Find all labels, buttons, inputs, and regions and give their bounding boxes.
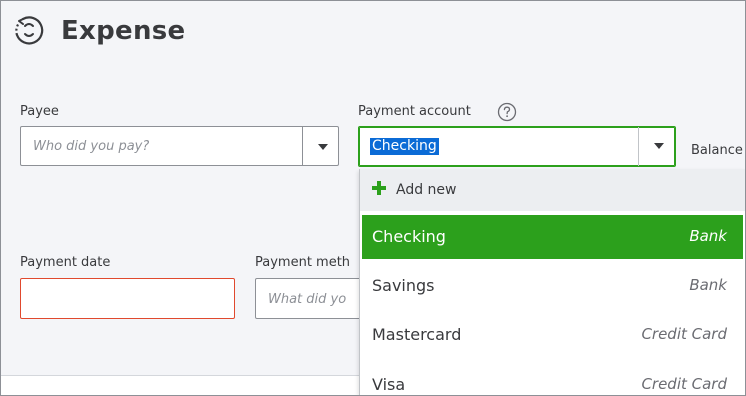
payment-date-label: Payment date <box>20 255 111 270</box>
expense-clock-icon <box>15 16 44 45</box>
add-new-option[interactable]: Add new <box>360 169 745 211</box>
dropdown-option-checking[interactable]: Checking Bank <box>362 215 743 259</box>
dropdown-option-savings[interactable]: Savings Bank <box>362 264 743 308</box>
dropdown-option-mastercard[interactable]: Mastercard Credit Card <box>362 313 743 357</box>
option-type: Credit Card <box>641 325 727 343</box>
help-circle-icon[interactable] <box>496 101 518 123</box>
payment-account-divider <box>638 127 639 166</box>
option-name: Checking <box>372 227 446 246</box>
chevron-down-icon[interactable] <box>653 142 665 150</box>
page-title: Expense <box>61 16 186 46</box>
payment-account-value[interactable]: Checking <box>370 138 439 155</box>
option-name: Mastercard <box>372 325 462 344</box>
chevron-down-icon[interactable] <box>317 143 329 151</box>
payment-account-combobox[interactable]: Checking <box>358 126 676 167</box>
payment-date-input[interactable] <box>20 278 235 319</box>
balance-label: Balance <box>691 143 743 158</box>
payment-account-label: Payment account <box>358 104 471 119</box>
payment-method-combobox[interactable]: What did yo <box>255 278 365 319</box>
payee-label: Payee <box>20 104 59 119</box>
dropdown-option-visa[interactable]: Visa Credit Card <box>362 363 743 395</box>
payee-combobox[interactable]: Who did you pay? <box>20 126 339 166</box>
option-type: Bank <box>689 227 727 245</box>
payment-method-placeholder: What did yo <box>268 292 347 307</box>
add-new-label: Add new <box>396 182 457 198</box>
option-type: Credit Card <box>641 375 727 393</box>
option-type: Bank <box>689 276 727 294</box>
expense-form-window: Expense Payee Who did you pay? Payment a… <box>0 0 746 396</box>
payee-divider <box>302 127 303 165</box>
payee-placeholder: Who did you pay? <box>33 139 150 154</box>
option-name: Visa <box>372 375 406 394</box>
plus-icon <box>372 181 386 195</box>
option-name: Savings <box>372 276 435 295</box>
payment-account-dropdown: Add new Checking Bank Savings Bank Maste… <box>359 169 745 395</box>
payment-method-label: Payment meth <box>255 255 351 270</box>
